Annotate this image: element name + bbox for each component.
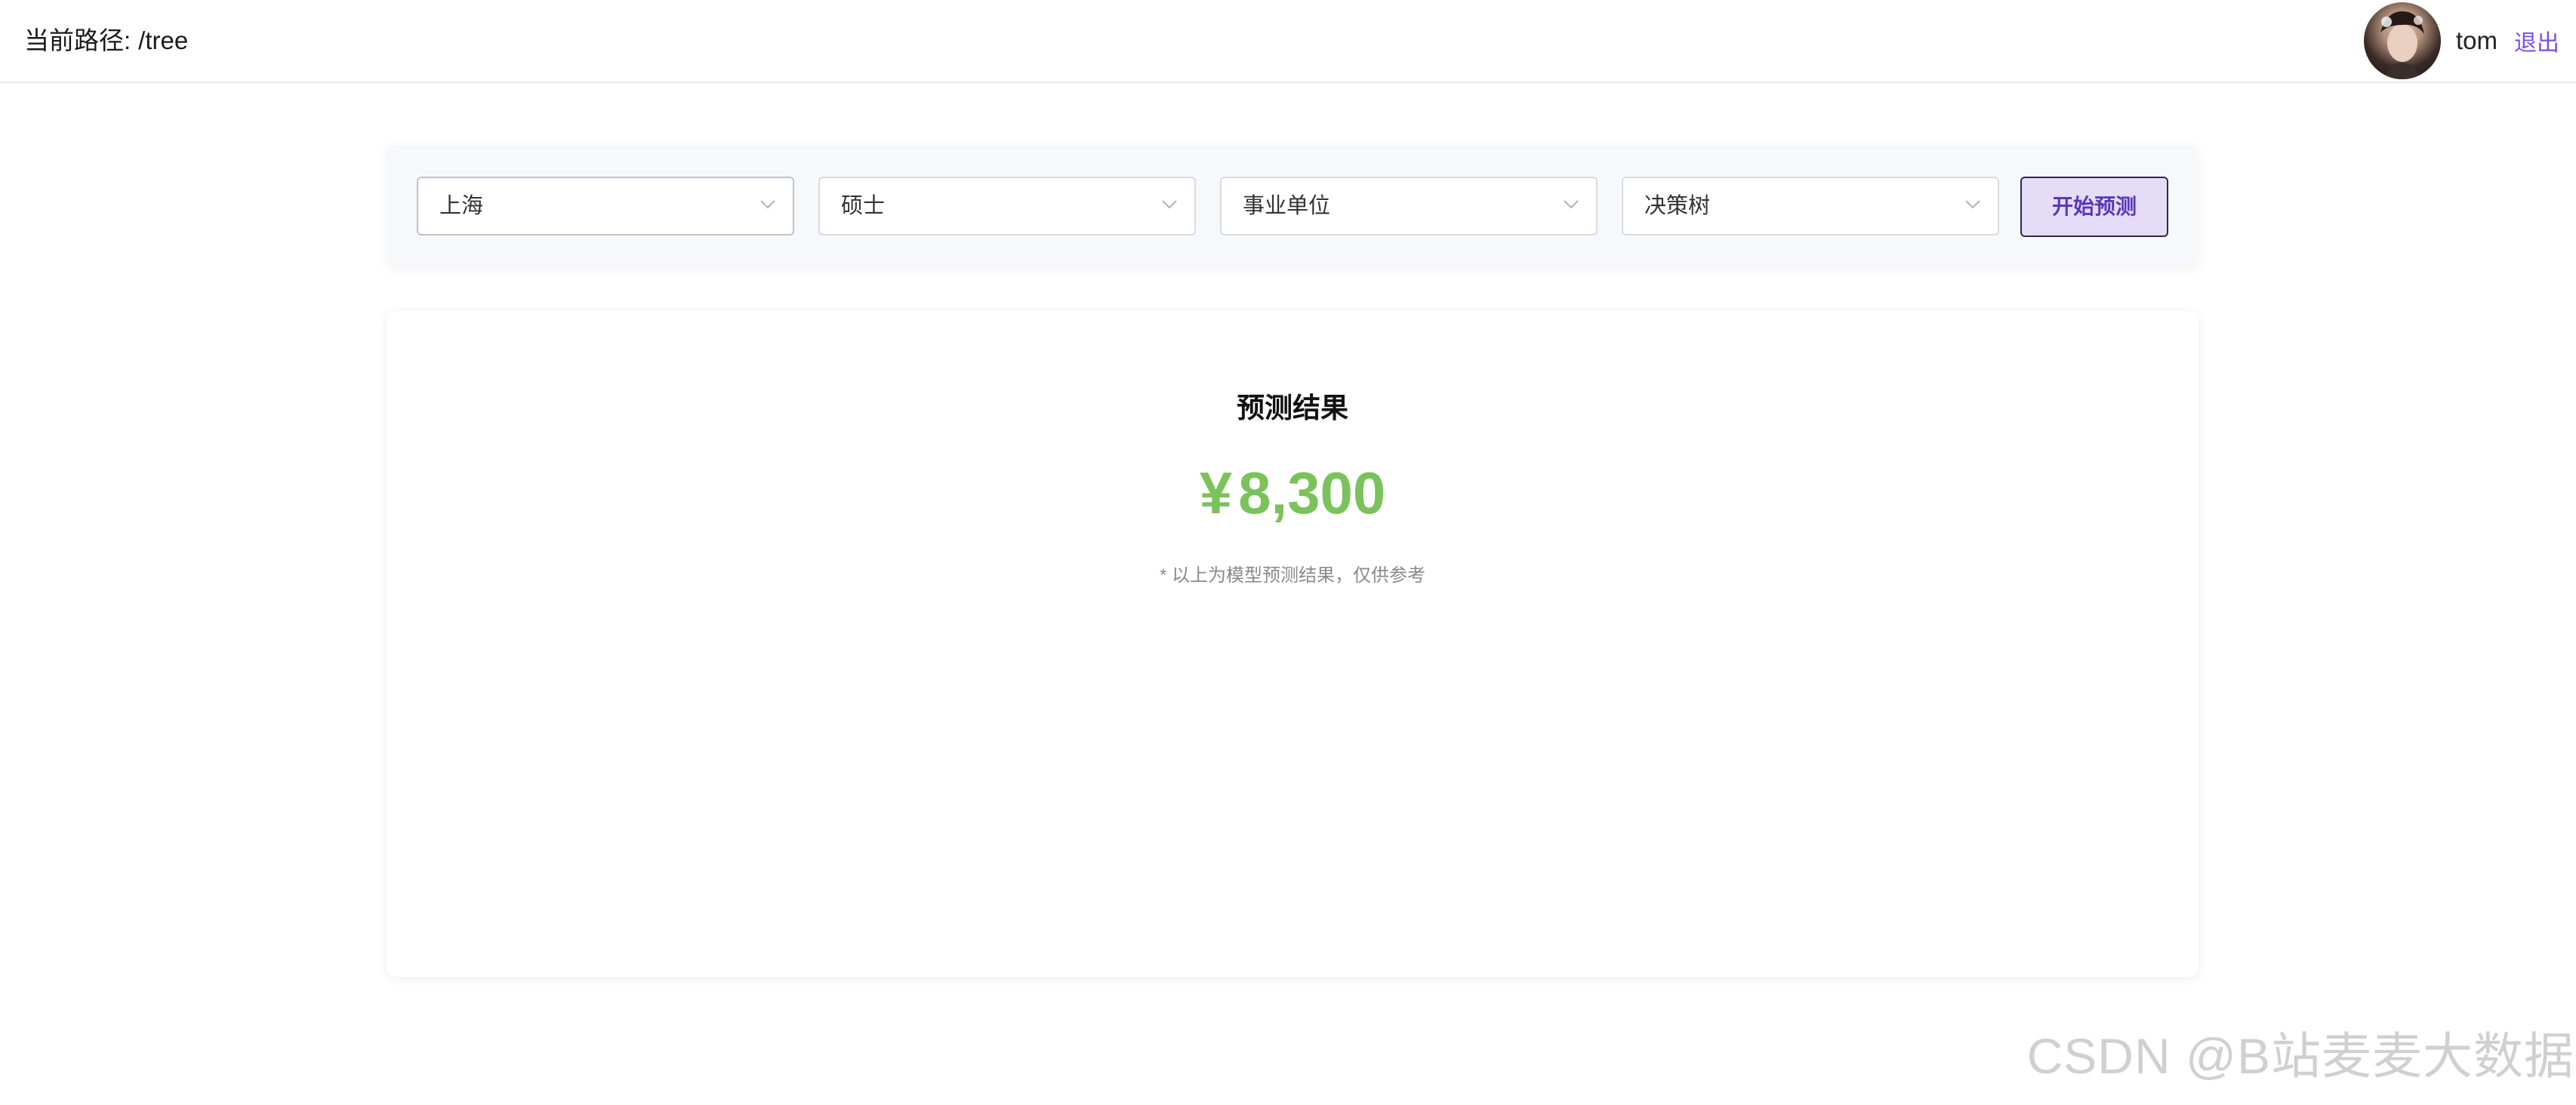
chevron-down-icon: [1162, 200, 1177, 209]
username: tom: [2455, 26, 2497, 54]
model-select-value: 决策树: [1644, 194, 1711, 218]
current-path: 当前路径:/tree: [24, 0, 188, 82]
result-disclaimer: * 以上为模型预测结果，仅供参考: [1159, 565, 1425, 586]
company-type-select[interactable]: 事业单位: [1220, 177, 1598, 235]
chevron-down-icon: [1965, 200, 1980, 209]
user-area: tom 退出: [2363, 0, 2559, 82]
salary-amount: 8,300: [1238, 460, 1386, 526]
city-select[interactable]: 上海: [417, 177, 794, 235]
filter-bar: 上海 硕士 事业单位 决策树 开始预测: [387, 145, 2199, 266]
currency-symbol: ¥: [1199, 460, 1233, 526]
chevron-down-icon: [1564, 200, 1579, 209]
predicted-salary: ¥8,300: [387, 459, 2199, 528]
start-predict-button[interactable]: 开始预测: [2020, 177, 2168, 237]
logout-link[interactable]: 退出: [2514, 24, 2559, 57]
chevron-down-icon: [760, 200, 775, 209]
education-select-value: 硕士: [841, 194, 886, 218]
result-title: 预测结果: [1237, 392, 1348, 423]
city-select-value: 上海: [439, 194, 484, 218]
path-value: /tree: [138, 26, 189, 54]
top-header: 当前路径:/tree tom 退出: [0, 0, 2576, 83]
result-card: 预测结果 ¥8,300 * 以上为模型预测结果，仅供参考: [387, 311, 2199, 977]
education-select[interactable]: 硕士: [818, 177, 1196, 235]
model-select[interactable]: 决策树: [1622, 177, 1999, 235]
path-label: 当前路径:: [24, 26, 131, 54]
company-type-select-value: 事业单位: [1243, 194, 1331, 218]
avatar[interactable]: [2363, 2, 2441, 79]
watermark: CSDN @B站麦麦大数据: [2026, 1028, 2574, 1084]
